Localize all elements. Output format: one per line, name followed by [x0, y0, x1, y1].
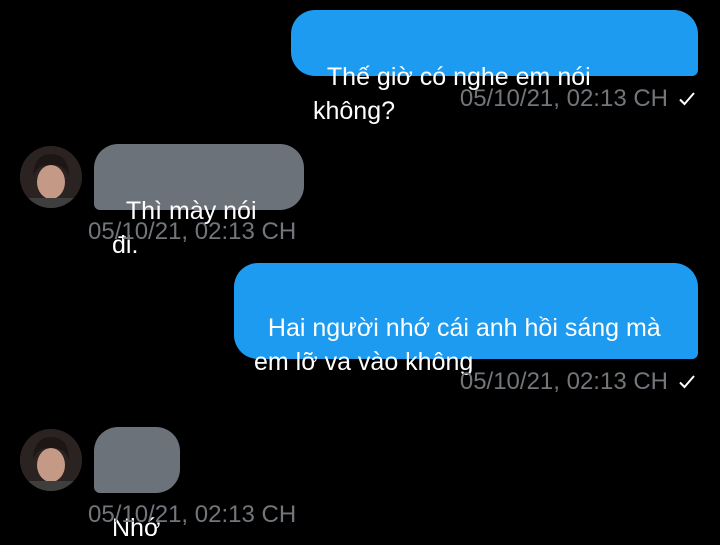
incoming-message-bubble[interactable]: Nhớ — [94, 427, 180, 542]
incoming-message-bubble[interactable]: Thì mày nói đi. — [94, 144, 304, 259]
message-timestamp: 05/10/21, 02:13 CH — [88, 218, 297, 245]
message-meta: 05/10/21, 02:13 CH — [460, 367, 696, 397]
outgoing-message-bubble[interactable]: Thế giờ có nghe em nói không? — [291, 10, 698, 125]
check-icon — [679, 375, 695, 389]
message-timestamp: 05/10/21, 02:13 CH — [88, 501, 297, 528]
avatar[interactable] — [20, 429, 82, 491]
message-timestamp: 05/10/21, 02:13 CH — [459, 85, 668, 112]
avatar-image — [20, 146, 82, 208]
message-meta: 05/10/21, 02:13 CH — [460, 84, 696, 114]
check-icon — [679, 92, 695, 106]
avatar-image — [20, 429, 82, 491]
outgoing-message-bubble[interactable]: Hai người nhớ cái anh hồi sáng mà em lỡ … — [234, 263, 698, 376]
avatar[interactable] — [20, 146, 82, 208]
message-timestamp: 05/10/21, 02:13 CH — [459, 368, 668, 395]
